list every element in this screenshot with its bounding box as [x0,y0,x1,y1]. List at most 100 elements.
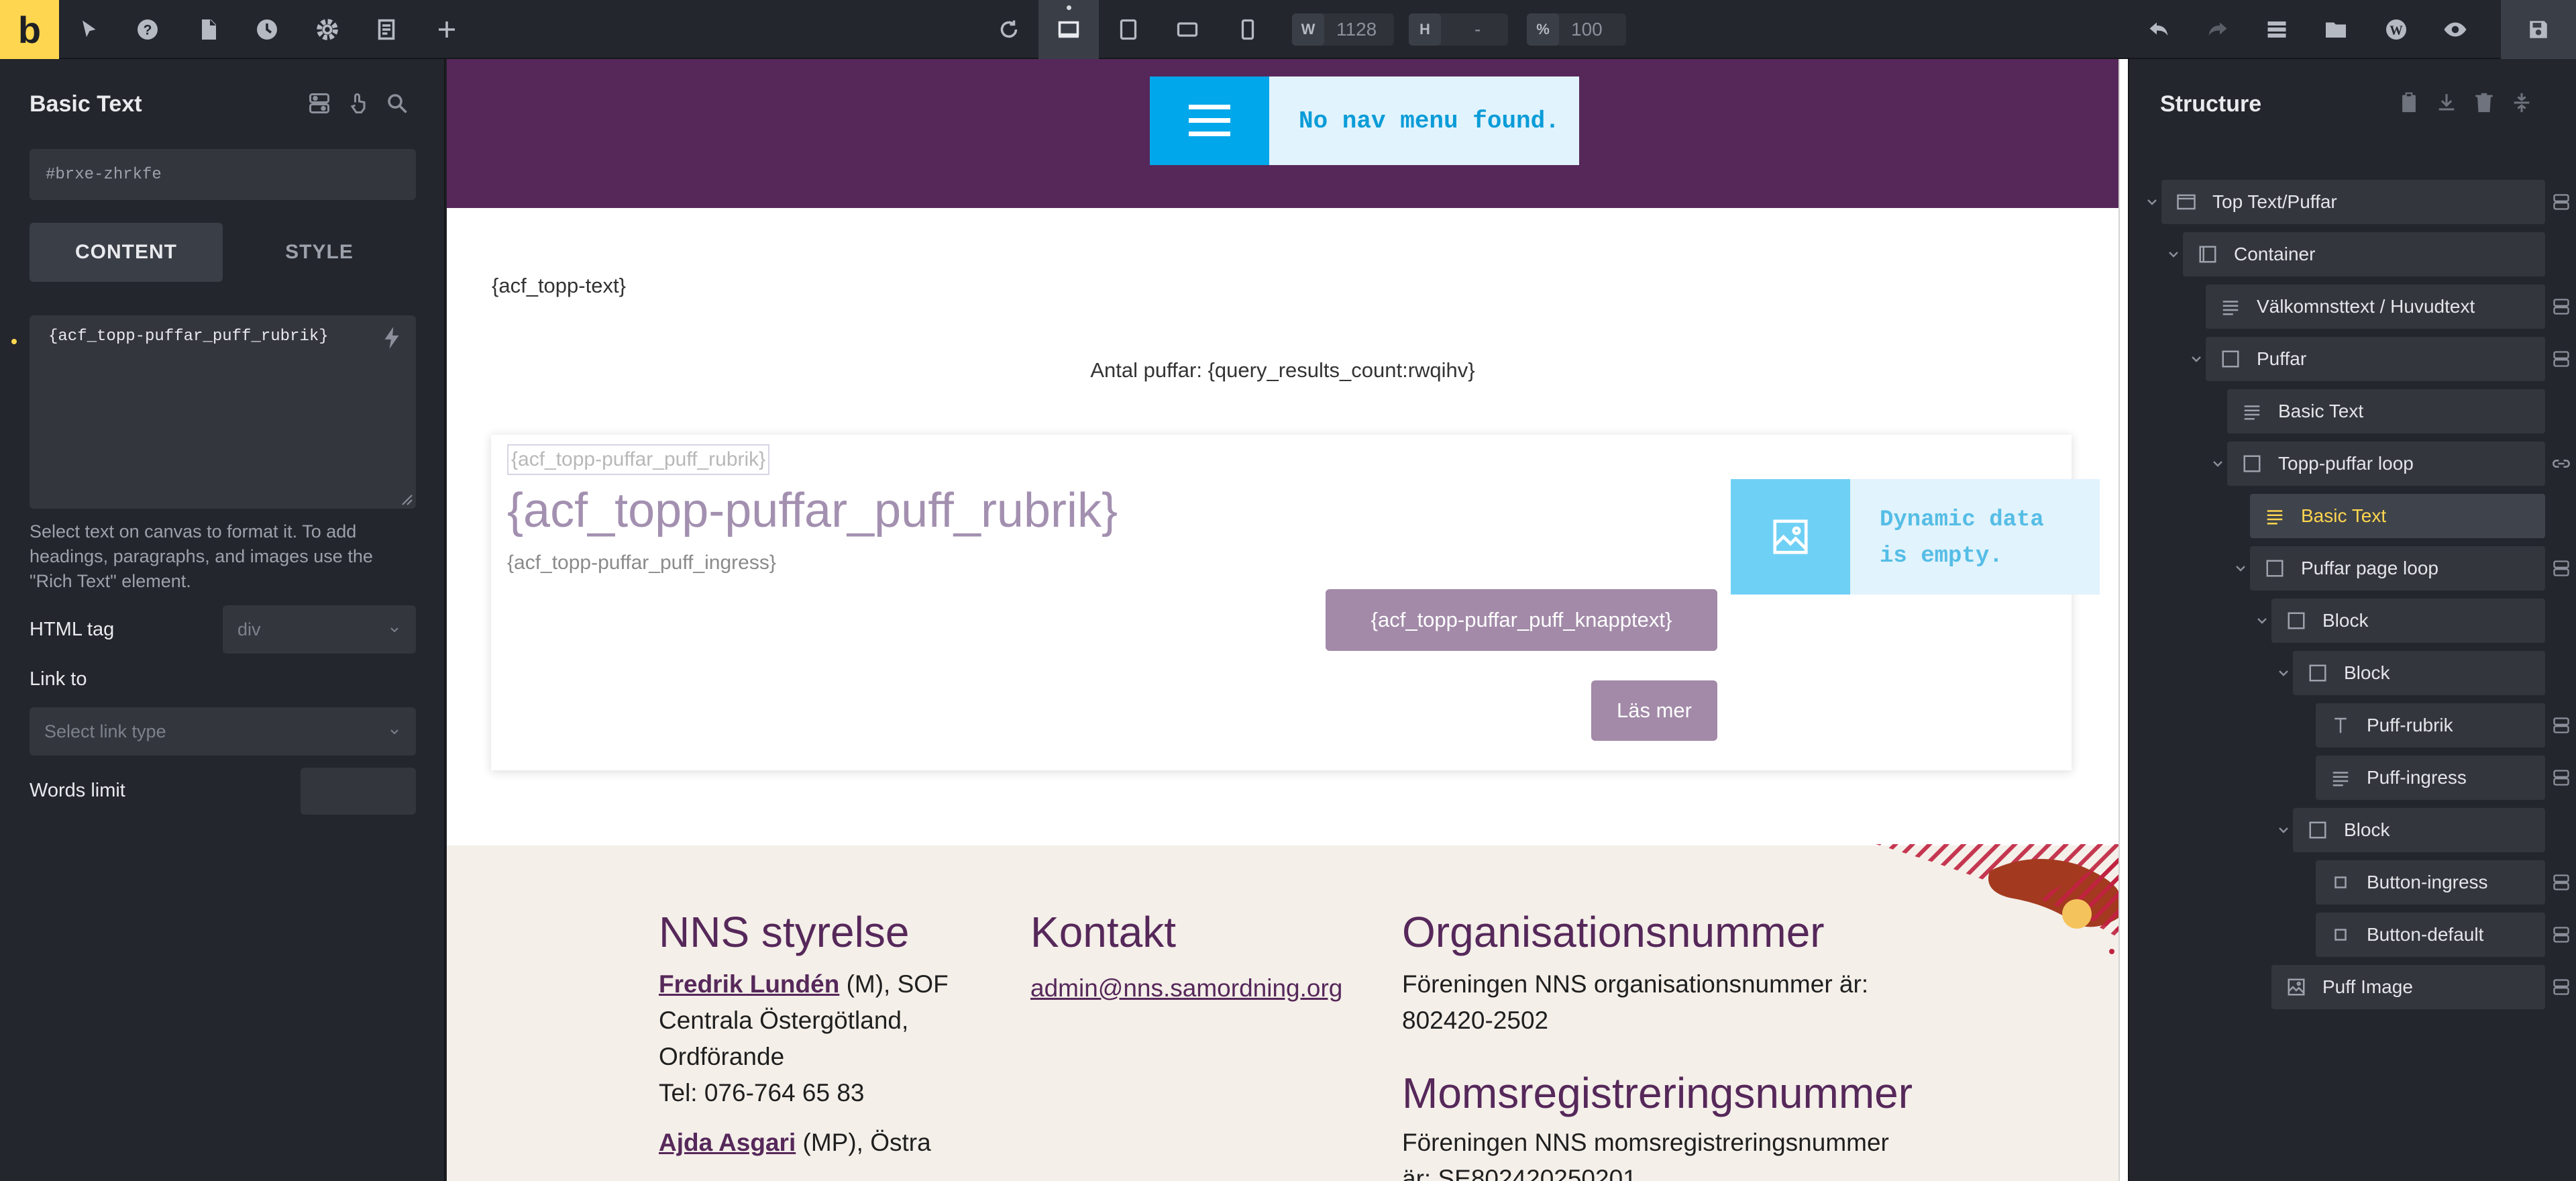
chevron-down-icon[interactable] [2188,351,2204,367]
structure-node[interactable]: Block [2293,651,2545,695]
topp-text[interactable]: {acf_topp-text} [492,274,626,298]
pointer-icon[interactable] [74,15,103,44]
chevron-down-icon[interactable] [2233,560,2249,576]
builder-canvas[interactable]: No nav menu found. {acf_topp-text} Antal… [447,59,2118,1181]
chevron-down-icon[interactable] [2275,822,2292,838]
structure-node[interactable]: Button-default [2316,913,2545,957]
collapse-all-icon[interactable] [2510,91,2533,114]
redo-icon[interactable] [2203,15,2233,44]
words-limit-input[interactable] [301,768,416,815]
folder-icon[interactable] [2321,15,2351,44]
element-classes-icon[interactable] [2552,350,2571,368]
zoom-percent-field[interactable]: % 100 [1527,13,1626,46]
org-line1: Föreningen NNS organisationsnummer är: [1402,970,1869,998]
mobile-device-icon[interactable] [1233,15,1263,44]
chevron-down-icon[interactable] [2254,613,2270,629]
help-icon[interactable]: ? [133,15,162,44]
settings-gear-icon[interactable] [313,15,342,44]
structure-node[interactable]: Puffar page loop [2250,546,2545,590]
tablet-portrait-icon[interactable] [1114,15,1143,44]
results-count-text[interactable]: Antal puffar: {query_results_count:rwqih… [447,358,2118,382]
chevron-down-icon[interactable] [2210,456,2226,472]
structure-node[interactable]: Topp-puffar loop [2227,442,2545,486]
puff-image-placeholder[interactable]: Dynamic data is empty. [1731,479,2100,595]
button-icon [2330,925,2351,945]
pages-icon[interactable] [193,15,223,44]
bricks-logo[interactable]: b [0,0,59,59]
element-classes-icon[interactable] [2552,193,2571,211]
structure-node[interactable]: Puff-rubrik [2316,703,2545,748]
html-tag-select[interactable]: div [223,605,416,654]
panel-title: Basic Text [30,91,142,117]
element-classes-icon[interactable] [307,91,331,115]
undo-icon[interactable] [2144,15,2174,44]
element-classes-icon[interactable] [2552,716,2571,735]
element-classes-icon[interactable] [2552,873,2571,892]
block-icon [2308,663,2328,683]
width-field[interactable]: W 1128 [1292,13,1394,46]
hamburger-menu-icon[interactable] [1150,76,1269,165]
element-classes-icon[interactable] [2552,978,2571,996]
structure-stack-icon[interactable] [2262,15,2292,44]
preview-eye-icon[interactable] [2440,15,2470,44]
puff-card[interactable]: {acf_topp-puffar_puff_rubrik} {acf_topp-… [491,435,2100,770]
add-element-icon[interactable] [432,15,462,44]
structure-node[interactable]: Block [2271,599,2545,643]
chevron-down-icon[interactable] [2144,194,2160,210]
height-value: - [1474,19,1481,40]
structure-node[interactable]: Välkomnsttext / Huvudtext [2206,285,2545,329]
block-icon [2265,558,2285,578]
element-classes-icon[interactable] [2552,297,2571,316]
search-icon[interactable] [385,91,409,115]
element-classes-icon[interactable] [2552,925,2571,944]
structure-node[interactable]: Button-ingress [2316,860,2545,905]
structure-node[interactable]: Puff Image [2271,965,2545,1009]
read-more-button[interactable]: Läs mer [1591,680,1717,741]
download-icon[interactable] [2435,91,2458,114]
changed-indicator-dot [11,339,17,344]
tablet-landscape-icon[interactable] [1173,15,1202,44]
tab-style[interactable]: STYLE [223,223,416,282]
dynamic-data-bolt-icon[interactable] [382,326,401,350]
selected-basic-text[interactable]: {acf_topp-puffar_puff_rubrik} [507,444,770,475]
canvas-scrollbar[interactable] [2118,59,2128,1181]
chevron-down-icon[interactable] [2165,246,2182,262]
button-ingress[interactable]: {acf_topp-puffar_puff_knapptext} [1326,589,1717,651]
structure-node-label: Topp-puffar loop [2278,453,2414,474]
trash-icon[interactable] [2473,91,2496,114]
tab-content[interactable]: CONTENT [30,223,223,282]
image-icon [1731,479,1850,595]
element-classes-icon[interactable] [2552,768,2571,787]
interactions-icon[interactable] [346,91,370,115]
element-id-field[interactable]: #brxe-zhrkfe [30,149,416,200]
nav-menu-placeholder[interactable]: No nav menu found. [1150,76,1579,165]
structure-node[interactable]: Block [2293,808,2545,852]
member1-name-link[interactable]: Fredrik Lundén [659,970,839,998]
link-type-select[interactable]: Select link type [30,707,416,756]
clipboard-icon[interactable] [2398,91,2420,114]
structure-node-label: Basic Text [2278,401,2364,421]
structure-node[interactable]: Puff-ingress [2316,756,2545,800]
puff-ingress[interactable]: {acf_topp-puffar_puff_ingress} [507,552,776,574]
save-button[interactable] [2501,0,2576,59]
structure-node[interactable]: Puffar [2206,337,2545,381]
history-icon[interactable] [252,15,282,44]
height-field[interactable]: H - [1409,13,1508,46]
contact-email-link[interactable]: admin@nns.samordning.org [1030,974,1342,1003]
heading-icon [2330,715,2351,735]
puff-rubrik[interactable]: {acf_topp-puffar_puff_rubrik} [507,483,1118,538]
reload-icon[interactable] [994,15,1024,44]
structure-node[interactable]: Basic Text [2227,389,2545,433]
wordpress-icon[interactable]: W [2381,15,2411,44]
member2-name-link[interactable]: Ajda Asgari [659,1129,796,1156]
structure-node[interactable]: Top Text/Puffar [2161,180,2545,224]
templates-icon[interactable] [372,15,401,44]
structure-node[interactable]: Container [2183,232,2545,276]
resize-handle-icon[interactable] [398,491,413,506]
text-content-textarea[interactable]: {acf_topp-puffar_puff_rubrik} [30,315,416,509]
chevron-down-icon[interactable] [2275,665,2292,681]
desktop-device-icon[interactable] [1054,15,1083,44]
query-loop-icon[interactable] [2552,454,2571,473]
structure-node[interactable]: Basic Text [2250,494,2545,538]
element-classes-icon[interactable] [2552,559,2571,578]
